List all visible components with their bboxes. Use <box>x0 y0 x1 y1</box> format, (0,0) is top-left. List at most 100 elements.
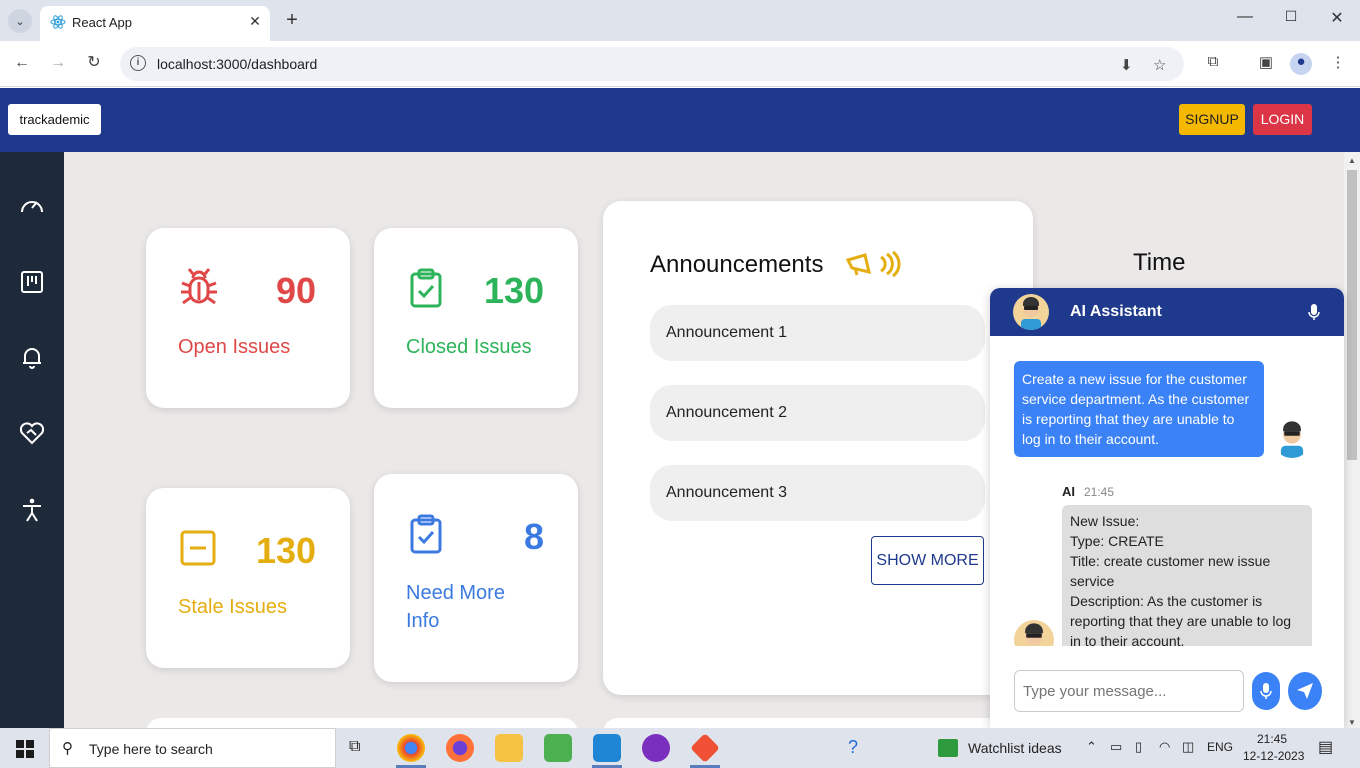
search-icon: ⚲ <box>62 740 73 757</box>
speedometer-icon[interactable] <box>18 192 46 220</box>
announcement-item[interactable]: Announcement 2 <box>650 385 985 441</box>
speaker-icon[interactable]: ◫ <box>1182 739 1194 755</box>
vscode-taskbar-icon[interactable] <box>593 734 621 762</box>
voice-input-button[interactable] <box>1252 672 1280 710</box>
menu-dots-icon[interactable]: ⋮ <box>1327 53 1349 75</box>
maximize-icon[interactable]: ☐ <box>1279 8 1303 25</box>
ai-message-time: 21:45 <box>1084 485 1115 499</box>
accessibility-icon[interactable] <box>18 496 46 524</box>
minimize-icon[interactable]: — <box>1233 8 1257 26</box>
side-panel-icon[interactable]: ▣ <box>1255 53 1277 75</box>
scroll-down-arrow-icon[interactable]: ▼ <box>1348 718 1356 727</box>
windows-start-icon[interactable] <box>16 740 34 758</box>
scroll-up-arrow-icon[interactable]: ▲ <box>1348 156 1356 165</box>
chat-title: AI Assistant <box>1070 303 1162 320</box>
stale-issues-count: 130 <box>256 530 317 571</box>
clock-date[interactable]: 12-12-2023 <box>1243 749 1304 763</box>
chat-message-input[interactable] <box>1014 670 1244 712</box>
announcement-item[interactable]: Announcement 1 <box>650 305 985 361</box>
extensions-icon[interactable]: ⧉ <box>1202 53 1224 75</box>
announcement-item[interactable]: Announcement 3 <box>650 465 985 521</box>
show-more-button[interactable]: SHOW MORE <box>871 536 984 585</box>
tab-title: React App <box>72 15 132 30</box>
notification-icon[interactable]: ▤ <box>1318 737 1333 757</box>
ai-message-line: Type: CREATE <box>1070 533 1164 549</box>
need-more-info-card[interactable]: 8 Need More Info <box>374 474 578 682</box>
app-taskbar-icon[interactable] <box>642 734 670 762</box>
ai-message-bubble: New Issue: Type: CREATE Title: create cu… <box>1062 505 1312 655</box>
send-button[interactable] <box>1288 672 1322 710</box>
open-issues-count: 90 <box>276 270 317 311</box>
battery-icon[interactable]: ▭ <box>1110 739 1122 755</box>
clock-time[interactable]: 21:45 <box>1257 732 1287 746</box>
git-taskbar-icon[interactable] <box>690 733 720 763</box>
need-more-info-label-line2: Info <box>406 610 440 632</box>
open-issues-card[interactable]: 90 Open Issues <box>146 228 350 408</box>
bell-icon[interactable] <box>18 343 46 371</box>
bookmark-star-icon[interactable]: ☆ <box>1153 56 1166 74</box>
stocks-widget-icon[interactable] <box>938 739 958 757</box>
install-app-icon[interactable]: ⬇ <box>1120 56 1133 74</box>
address-bar[interactable]: i localhost:3000/dashboard ⬇ ☆ <box>120 47 1184 81</box>
user-message-bubble: Create a new issue for the customer serv… <box>1014 361 1264 457</box>
microphone-icon <box>1260 683 1272 699</box>
firefox-taskbar-icon[interactable] <box>446 734 474 762</box>
forward-icon[interactable]: → <box>48 53 68 73</box>
need-more-info-label-line1: Need More <box>406 582 505 604</box>
announcements-title: Announcements <box>650 251 824 278</box>
ai-message-line: Title: create customer new issue service <box>1070 553 1271 589</box>
browser-tab[interactable]: React App ✕ <box>40 6 270 41</box>
language-indicator[interactable]: ENG <box>1207 740 1233 754</box>
stale-issues-label: Stale Issues <box>178 596 287 618</box>
browser-tab-strip: ⌄ React App ✕ + — ☐ ✕ <box>0 0 1360 41</box>
file-explorer-icon[interactable] <box>495 734 523 762</box>
back-icon[interactable]: ← <box>12 53 32 73</box>
minus-square-icon <box>180 530 216 566</box>
brand-button[interactable]: trackademic <box>8 104 101 135</box>
tray-chevron-icon[interactable]: ⌃ <box>1086 739 1097 755</box>
tab-search-button[interactable]: ⌄ <box>8 9 32 33</box>
chat-header: AI Assistant <box>990 288 1344 336</box>
reload-icon[interactable]: ↻ <box>84 53 104 73</box>
page-scrollbar[interactable]: ▲ ▼ <box>1344 152 1360 728</box>
new-tab-button[interactable]: + <box>281 10 303 32</box>
close-tab-icon[interactable]: ✕ <box>246 12 264 30</box>
ai-message-line: New Issue: <box>1070 513 1140 529</box>
heart-handshake-icon[interactable] <box>18 419 46 447</box>
chrome-taskbar-icon[interactable] <box>397 734 425 762</box>
windows-taskbar: ⚲ Type here to search ⧉ ? Watchlist idea… <box>0 728 1360 768</box>
sidebar <box>0 152 64 728</box>
notepad-plus-icon[interactable] <box>544 734 572 762</box>
site-info-icon[interactable]: i <box>130 55 146 71</box>
react-icon <box>50 15 66 29</box>
assistant-avatar <box>1013 294 1049 330</box>
closed-issues-card[interactable]: 130 Closed Issues <box>374 228 578 408</box>
wifi-icon[interactable]: ◠ <box>1159 739 1170 755</box>
stale-issues-card[interactable]: 130 Stale Issues <box>146 488 350 668</box>
bottom-card <box>146 718 578 728</box>
time-heading: Time <box>1133 249 1186 276</box>
weather-widget-label[interactable]: Watchlist ideas <box>968 740 1062 756</box>
microphone-icon[interactable] <box>1307 303 1321 321</box>
ai-message-line: Description: As the customer is reportin… <box>1070 593 1292 649</box>
scrollbar-thumb[interactable] <box>1347 170 1357 460</box>
device-icon[interactable]: ▯ <box>1135 739 1142 755</box>
profile-icon[interactable]: ● <box>1290 53 1312 75</box>
send-icon <box>1297 683 1313 699</box>
taskbar-search-box[interactable]: ⚲ Type here to search <box>49 728 336 768</box>
megaphone-icon <box>845 250 901 278</box>
closed-issues-count: 130 <box>484 270 545 311</box>
signup-button[interactable]: SIGNUP <box>1179 104 1245 135</box>
user-avatar <box>1272 418 1312 458</box>
help-icon[interactable]: ? <box>848 737 858 758</box>
login-button[interactable]: LOGIN <box>1253 104 1312 135</box>
ai-assistant-chat: AI Assistant Create a new issue for the … <box>990 288 1344 728</box>
clipboard-check-icon <box>410 514 442 554</box>
closed-issues-label: Closed Issues <box>406 336 532 358</box>
window-close-icon[interactable]: ✕ <box>1325 8 1349 28</box>
need-more-info-count: 8 <box>524 516 545 557</box>
clipboard-check-icon <box>410 268 442 308</box>
kanban-icon[interactable] <box>18 268 46 296</box>
taskbar-search-placeholder: Type here to search <box>89 741 213 757</box>
task-view-icon[interactable]: ⧉ <box>349 738 360 756</box>
